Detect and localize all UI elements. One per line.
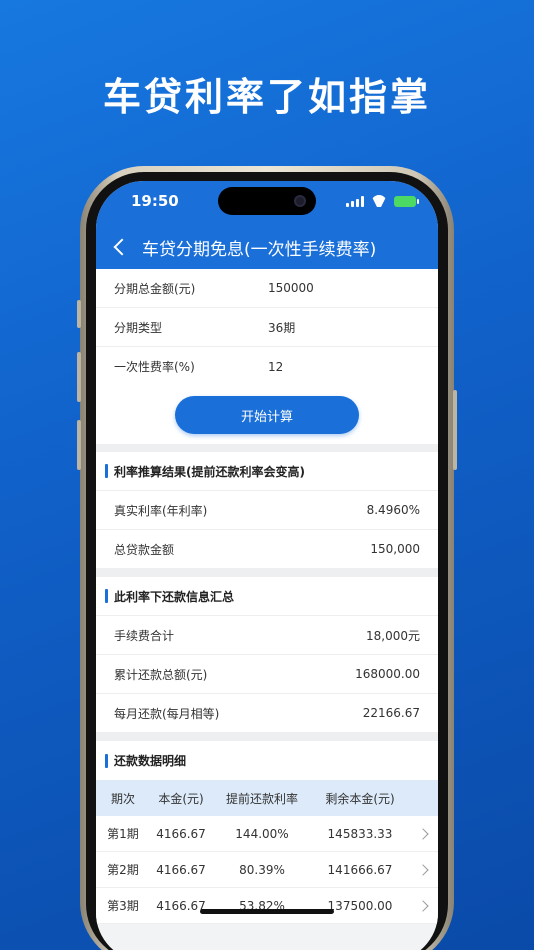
remaining-cell: 145833.33 <box>327 826 393 841</box>
phone-silent-switch <box>77 300 81 328</box>
row-chevron[interactable] <box>408 863 438 876</box>
rate-section-header: 利率推算结果(提前还款利率会变高) <box>96 452 438 491</box>
principal-cell: 4166.67 <box>156 862 206 877</box>
term-label: 分期类型 <box>114 320 163 335</box>
section-divider <box>96 569 438 577</box>
wifi-icon <box>371 195 387 207</box>
detail-section-header: 还款数据明细 <box>96 741 438 780</box>
back-chevron-icon[interactable] <box>113 238 131 256</box>
chevron-right-icon <box>417 863 429 876</box>
principal-cell: 4166.67 <box>156 826 206 841</box>
monthly-payment-row: 每月还款(每月相等) 22166.67 <box>96 694 438 733</box>
home-indicator[interactable] <box>200 909 334 914</box>
remaining-cell: 141666.67 <box>327 862 393 877</box>
total-loan-label: 总贷款金额 <box>114 542 175 557</box>
table-header: 期次 本金(元) 提前还款利率 剩余本金(元) <box>96 780 438 816</box>
prepay-rate-cell: 144.00% <box>235 826 289 841</box>
page-title: 车贷分期免息(一次性手续费率) <box>142 239 377 260</box>
real-rate-row: 真实利率(年利率) 8.4960% <box>96 491 438 530</box>
row-chevron[interactable] <box>408 827 438 840</box>
section-marker <box>105 753 108 768</box>
total-loan-value: 150,000 <box>370 542 420 556</box>
fee-rate-input[interactable]: 12 <box>268 360 420 374</box>
table-row[interactable]: 第1期 4166.67 144.00% 145833.33 <box>96 816 438 852</box>
total-repayment-value: 168000.00 <box>355 667 420 681</box>
phone-screen: 19:50 车贷分期免息(一次性手续费率) 分期总金额(元) 150000 分期… <box>96 181 438 950</box>
total-repayment-label: 累计还款总额(元) <box>114 667 208 682</box>
section-marker <box>105 589 108 603</box>
column-header-principal: 本金(元) <box>158 791 204 806</box>
summary-section-header: 此利率下还款信息汇总 <box>96 577 438 616</box>
main-content[interactable]: 分期总金额(元) 150000 分期类型 36期 一次性费率(%) 12 开始计… <box>96 269 438 950</box>
column-header-period: 期次 <box>110 791 135 806</box>
phone-volume-down <box>77 420 81 470</box>
term-select[interactable]: 36期 <box>268 319 420 336</box>
fee-rate-label: 一次性费率(%) <box>114 360 195 374</box>
status-icons <box>346 195 419 207</box>
status-time: 19:50 <box>131 192 179 210</box>
monthly-payment-value: 22166.67 <box>362 706 420 720</box>
chevron-right-icon <box>417 899 429 912</box>
fee-rate-field[interactable]: 一次性费率(%) 12 <box>96 347 438 386</box>
summary-section-title: 此利率下还款信息汇总 <box>114 589 235 604</box>
monthly-payment-label: 每月还款(每月相等) <box>114 706 220 721</box>
amount-input[interactable]: 150000 <box>268 281 420 295</box>
summary-results: 手续费合计 18,000元 累计还款总额(元) 168000.00 每月还款(每… <box>96 616 438 733</box>
prepay-rate-cell: 80.39% <box>239 862 285 877</box>
fee-total-row: 手续费合计 18,000元 <box>96 616 438 655</box>
section-marker <box>105 464 108 478</box>
status-bar: 19:50 <box>96 181 438 225</box>
amount-label: 分期总金额(元) <box>114 281 196 296</box>
column-header-prepay-rate: 提前还款利率 <box>225 791 298 806</box>
cellular-signal-icon <box>346 195 364 207</box>
amount-field[interactable]: 分期总金额(元) 150000 <box>96 269 438 308</box>
fee-total-value: 18,000元 <box>366 628 420 643</box>
period-cell: 第1期 <box>107 827 139 841</box>
term-field[interactable]: 分期类型 36期 <box>96 308 438 347</box>
real-rate-label: 真实利率(年利率) <box>114 503 208 518</box>
camera-icon <box>294 195 306 207</box>
table-row[interactable]: 第3期 4166.67 53.82% 137500.00 <box>96 888 438 924</box>
section-divider <box>96 733 438 741</box>
period-cell: 第2期 <box>107 863 139 877</box>
start-calculate-button[interactable]: 开始计算 <box>175 396 359 434</box>
total-repayment-row: 累计还款总额(元) 168000.00 <box>96 655 438 694</box>
total-loan-row: 总贷款金额 150,000 <box>96 530 438 569</box>
rate-section-title: 利率推算结果(提前还款利率会变高) <box>114 464 305 479</box>
input-form: 分期总金额(元) 150000 分期类型 36期 一次性费率(%) 12 开始计… <box>96 269 438 444</box>
rate-results: 真实利率(年利率) 8.4960% 总贷款金额 150,000 <box>96 491 438 569</box>
column-header-remaining: 剩余本金(元) <box>325 791 395 806</box>
chevron-right-icon <box>417 827 429 840</box>
fee-total-label: 手续费合计 <box>114 628 175 643</box>
phone-volume-up <box>77 352 81 402</box>
dynamic-island <box>218 187 316 215</box>
battery-icon <box>394 195 419 207</box>
period-cell: 第3期 <box>107 899 139 913</box>
table-row[interactable]: 第2期 4166.67 80.39% 141666.67 <box>96 852 438 888</box>
nav-bar: 车贷分期免息(一次性手续费率) <box>96 225 438 269</box>
button-container: 开始计算 <box>96 386 438 444</box>
phone-power-button <box>453 390 457 470</box>
section-divider <box>96 444 438 452</box>
detail-section-title: 还款数据明细 <box>114 754 187 768</box>
row-chevron[interactable] <box>408 899 438 912</box>
real-rate-value: 8.4960% <box>366 503 420 517</box>
promo-headline: 车贷利率了如指掌 <box>102 75 431 119</box>
